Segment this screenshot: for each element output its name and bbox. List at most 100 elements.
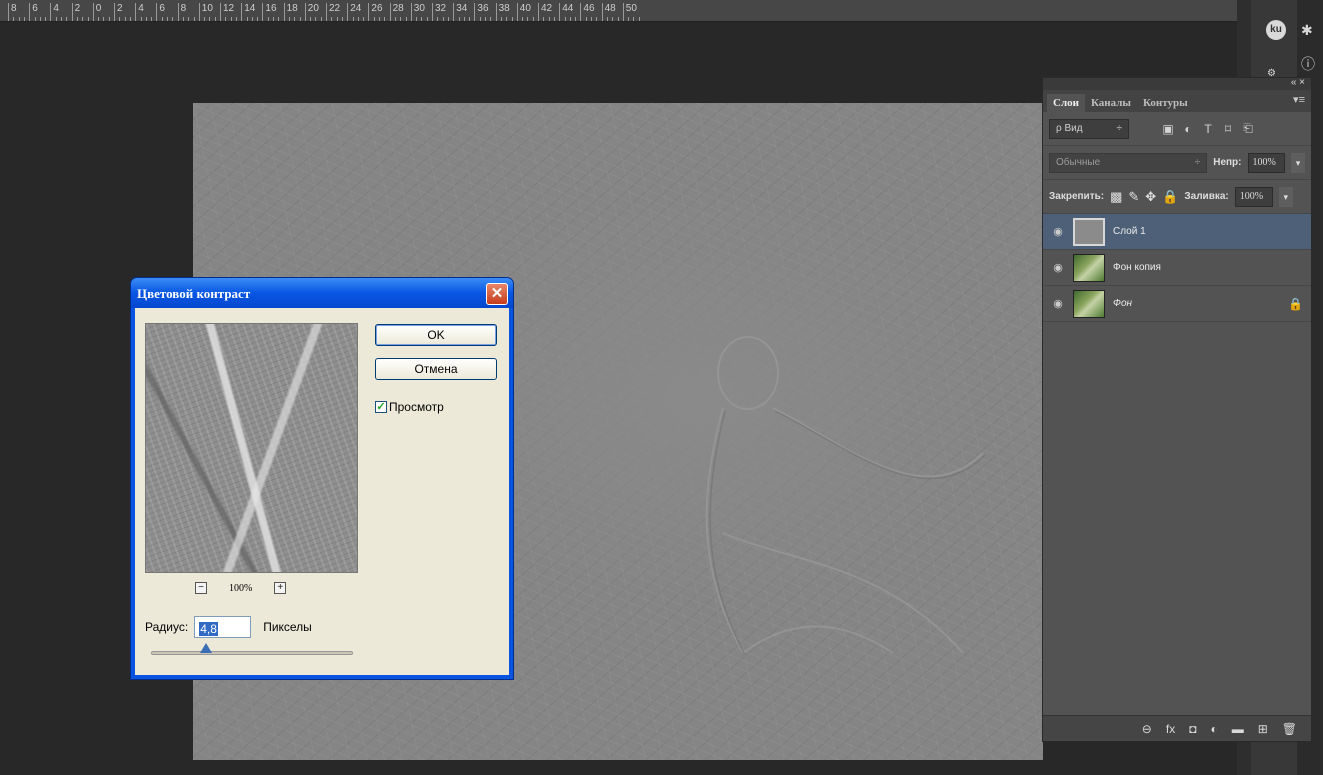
ruler-minor-tick [532, 17, 534, 21]
ruler-label: 48 [604, 3, 616, 14]
lock-image-icon[interactable]: ✎ [1128, 189, 1139, 205]
ruler-minor-tick [394, 17, 396, 21]
layer-row[interactable]: ◉ Слой 1 [1043, 214, 1311, 250]
tab-channels[interactable]: Каналы [1085, 94, 1137, 112]
ruler-label: 40 [519, 3, 531, 14]
ruler-label: 14 [244, 3, 256, 14]
horizontal-ruler[interactable]: 8 6 4 2 0 2 4 6 8 10 12 14 16 18 20 22 24 26 28 30 32 34 36 38 4… [0, 0, 1237, 22]
ruler-minor-tick [575, 17, 577, 21]
layer-row[interactable]: ◉ Фон 🔒 [1043, 286, 1311, 322]
preview-checkbox[interactable]: ✓ [375, 401, 387, 413]
collapse-close-icon[interactable]: « × [1291, 77, 1305, 88]
ruler-minor-tick [235, 17, 237, 21]
dialog-titlebar[interactable]: Цветовой контраст ✕ [131, 278, 513, 308]
ok-button[interactable]: OK [375, 324, 497, 346]
ruler-tick [432, 3, 433, 21]
ruler-minor-tick [66, 17, 68, 21]
ruler-label: 36 [477, 3, 489, 14]
ruler-minor-tick [273, 17, 274, 21]
ruler-minor-tick [267, 17, 269, 21]
ruler-minor-tick [638, 17, 640, 21]
ruler-tick [368, 3, 370, 21]
tab-paths[interactable]: Контуры [1137, 94, 1194, 112]
ruler-label: 44 [562, 3, 574, 14]
opacity-dropdown-icon[interactable]: ▾ [1291, 152, 1305, 173]
eye-icon[interactable]: ◉ [1051, 261, 1065, 274]
ruler-tick [538, 3, 539, 21]
ruler-minor-tick [23, 17, 25, 21]
ruler-tick [198, 3, 200, 21]
blend-mode-select[interactable]: Обычные ÷ [1049, 152, 1208, 173]
ruler-minor-tick [315, 17, 317, 21]
ruler-minor-tick [172, 17, 174, 21]
lock-icon: 🔒 [1288, 296, 1303, 311]
ruler-minor-tick [145, 17, 147, 21]
ruler-minor-tick [39, 17, 41, 21]
ruler-minor-tick [230, 17, 232, 21]
tab-layers[interactable]: Слои [1047, 94, 1085, 112]
fill-dropdown-icon[interactable]: ▾ [1278, 186, 1293, 207]
eye-icon[interactable]: ◉ [1051, 297, 1065, 310]
ruler-minor-tick [331, 17, 333, 21]
ruler-minor-tick [151, 17, 153, 21]
layer-filter-select[interactable]: ρ Вид ÷ [1049, 118, 1129, 139]
ruler-minor-tick [426, 17, 428, 21]
asterisk-icon[interactable]: ✱ [1301, 22, 1313, 39]
close-button[interactable]: ✕ [486, 283, 508, 305]
ruler-minor-tick [320, 17, 322, 21]
adjustment-filter-icon[interactable]: ◐ [1181, 122, 1195, 136]
preview-checkbox-row[interactable]: ✓ Просмотр [375, 400, 444, 414]
radius-slider-track[interactable] [151, 651, 353, 655]
zoom-in-button[interactable]: + [274, 582, 287, 594]
ruler-minor-tick [119, 17, 121, 21]
panel-top-bar: « × [1043, 77, 1311, 90]
layer-name: Слой 1 [1113, 226, 1146, 237]
type-filter-icon[interactable]: T [1201, 122, 1215, 136]
select-arrow-icon: ÷ [1194, 156, 1201, 168]
lock-position-icon[interactable]: ✥ [1145, 189, 1156, 205]
new-layer-icon[interactable]: ⊞ [1258, 722, 1268, 736]
ruler-minor-tick [140, 17, 142, 21]
blend-row: Обычные ÷ Непр: 100% ▾ [1043, 146, 1311, 180]
folder-icon[interactable]: ▬ [1232, 722, 1244, 736]
ruler-minor-tick [45, 17, 47, 21]
fill-input[interactable]: 100% [1234, 186, 1273, 207]
eye-icon[interactable]: ◉ [1051, 225, 1065, 238]
zoom-out-button[interactable]: − [195, 582, 207, 594]
ruler-tick [135, 3, 137, 21]
ruler-minor-tick [294, 17, 296, 21]
panel-tabs: Слои Каналы Контуры ▾≡ [1043, 90, 1311, 112]
ruler-label: 34 [456, 3, 468, 14]
link-layers-icon[interactable]: ⊖ [1142, 722, 1152, 736]
ruler-minor-tick [310, 17, 312, 21]
high-pass-dialog: Цветовой контраст ✕ − 100% + OK Отмена ✓… [130, 277, 514, 680]
layer-row[interactable]: ◉ Фон копия [1043, 250, 1311, 286]
info-icon[interactable]: ⓘ [1301, 54, 1315, 74]
trash-icon[interactable]: 🗑 [1282, 722, 1297, 736]
radius-slider-thumb[interactable] [199, 643, 212, 653]
radius-input[interactable]: 4,8 [194, 616, 252, 638]
ruler-minor-tick [98, 17, 100, 21]
radius-unit: Пикселы [263, 620, 312, 634]
filter-preview[interactable] [145, 323, 358, 573]
ruler-minor-tick [257, 17, 259, 21]
lock-all-icon[interactable]: 🔒 [1162, 189, 1178, 205]
panel-menu-icon[interactable]: ▾≡ [1293, 93, 1305, 106]
mask-icon[interactable]: ◘ [1189, 722, 1196, 736]
avatar[interactable]: ku [1266, 20, 1286, 40]
pixel-filter-icon[interactable]: ▣ [1161, 122, 1175, 136]
fx-icon[interactable]: fx [1166, 722, 1175, 736]
dialog-body: − 100% + OK Отмена ✓ Просмотр Радиус: 4,… [135, 308, 509, 675]
ruler-minor-tick [341, 17, 343, 21]
ruler-tick [326, 3, 327, 21]
smart-object-filter-icon[interactable]: ⎗ [1241, 121, 1255, 136]
cancel-button[interactable]: Отмена [375, 358, 497, 380]
ruler-tick [156, 3, 158, 21]
lock-transparent-icon[interactable]: ▩ [1110, 189, 1122, 205]
shape-filter-icon[interactable]: ⌑ [1221, 122, 1235, 136]
opacity-input[interactable]: 100% [1247, 152, 1286, 173]
adjustment-icon[interactable]: ◐ [1210, 722, 1217, 736]
ruler-tick [29, 3, 31, 21]
ruler-tick [262, 3, 264, 21]
ruler-tick [71, 3, 73, 21]
